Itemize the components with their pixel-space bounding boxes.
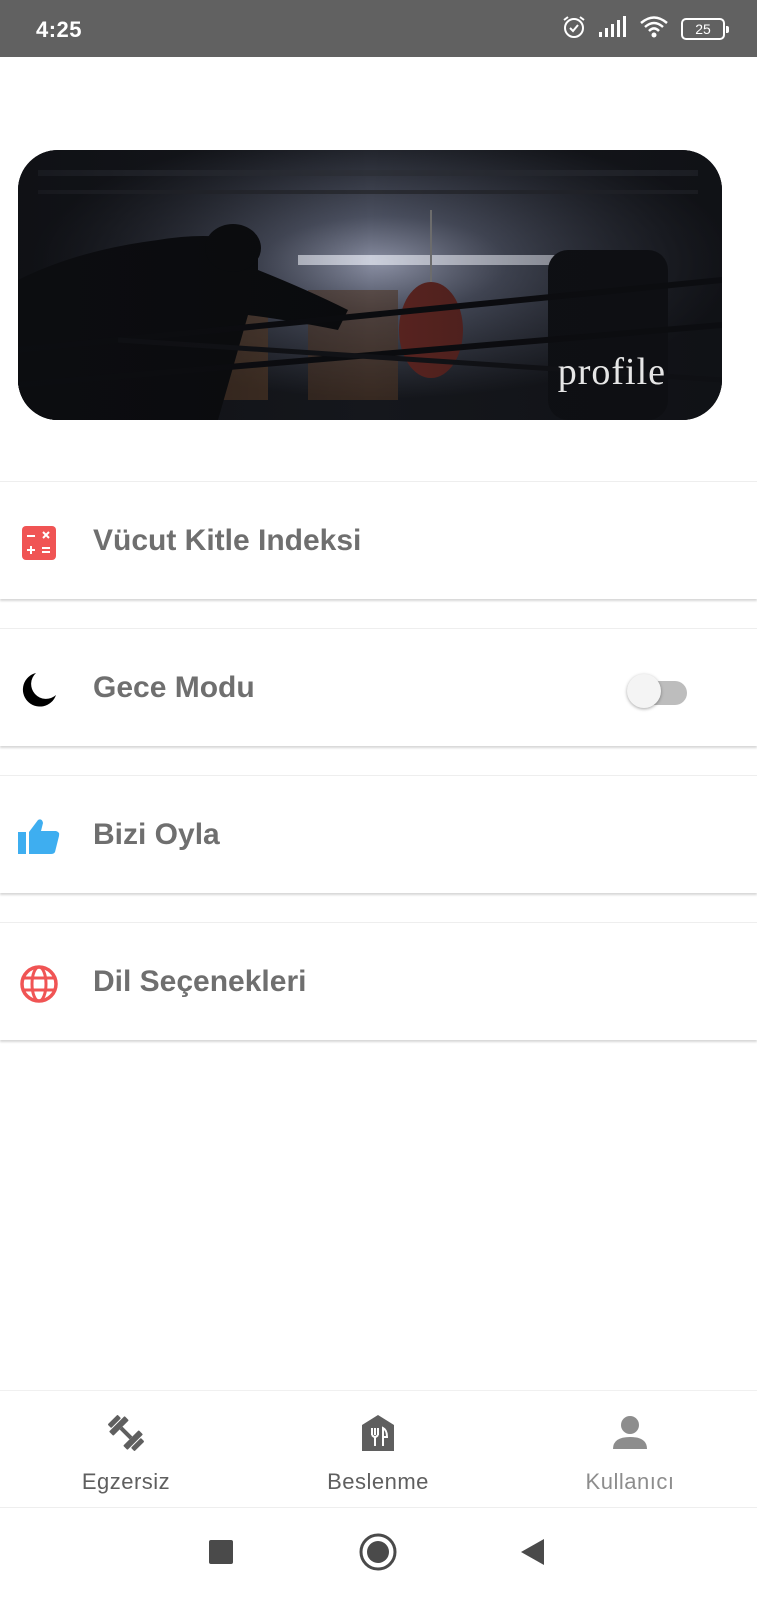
nav-label: Beslenme bbox=[327, 1469, 429, 1494]
restaurant-icon bbox=[356, 1411, 400, 1455]
nav-item-exercise[interactable]: Egzersiz bbox=[0, 1391, 252, 1509]
wifi-icon bbox=[639, 15, 669, 43]
menu-item-label: Vücut Kitle Indeksi bbox=[93, 524, 362, 557]
status-icons: 25 bbox=[561, 14, 729, 45]
nav-label: Kullanıcı bbox=[585, 1469, 675, 1494]
signal-icon bbox=[599, 15, 627, 43]
nav-item-user[interactable]: Kullanıcı bbox=[504, 1391, 756, 1509]
alarm-icon bbox=[561, 14, 587, 45]
menu-item-rate-us[interactable]: Bizi Oyla bbox=[0, 775, 757, 893]
battery-level: 25 bbox=[695, 21, 711, 37]
circle-icon bbox=[359, 1533, 397, 1571]
battery-icon: 25 bbox=[681, 18, 729, 40]
status-time: 4:25 bbox=[36, 17, 83, 42]
square-icon bbox=[209, 1540, 233, 1564]
home-button[interactable] bbox=[356, 1530, 400, 1574]
system-navigation-bar bbox=[0, 1508, 757, 1600]
nav-label: Egzersiz bbox=[81, 1469, 171, 1494]
profile-banner: profile bbox=[18, 150, 722, 420]
status-bar: 4:25 25 bbox=[0, 0, 757, 57]
banner-caption: profile bbox=[557, 351, 666, 393]
globe-icon bbox=[18, 963, 60, 1005]
back-button[interactable] bbox=[510, 1530, 554, 1574]
menu-item-bmi[interactable]: Vücut Kitle Indeksi bbox=[0, 481, 757, 599]
menu-item-language[interactable]: Dil Seçenekleri bbox=[0, 922, 757, 1040]
person-icon bbox=[608, 1411, 652, 1455]
menu-item-label: Dil Seçenekleri bbox=[93, 965, 307, 998]
night-mode-toggle[interactable] bbox=[627, 669, 691, 709]
bottom-navigation: Egzersiz Beslenme Kullanıcı bbox=[0, 1390, 757, 1508]
dumbbell-icon bbox=[104, 1411, 148, 1455]
toggle-thumb bbox=[627, 674, 661, 708]
menu-item-label: Bizi Oyla bbox=[93, 818, 220, 851]
thumbs-up-icon bbox=[18, 816, 60, 858]
calculator-icon bbox=[18, 522, 60, 564]
recents-button[interactable] bbox=[199, 1530, 243, 1574]
menu-item-label: Gece Modu bbox=[93, 671, 255, 704]
moon-icon bbox=[18, 669, 60, 711]
nav-item-nutrition[interactable]: Beslenme bbox=[252, 1391, 504, 1509]
menu-item-night-mode[interactable]: Gece Modu bbox=[0, 628, 757, 746]
back-triangle-icon bbox=[521, 1539, 544, 1565]
